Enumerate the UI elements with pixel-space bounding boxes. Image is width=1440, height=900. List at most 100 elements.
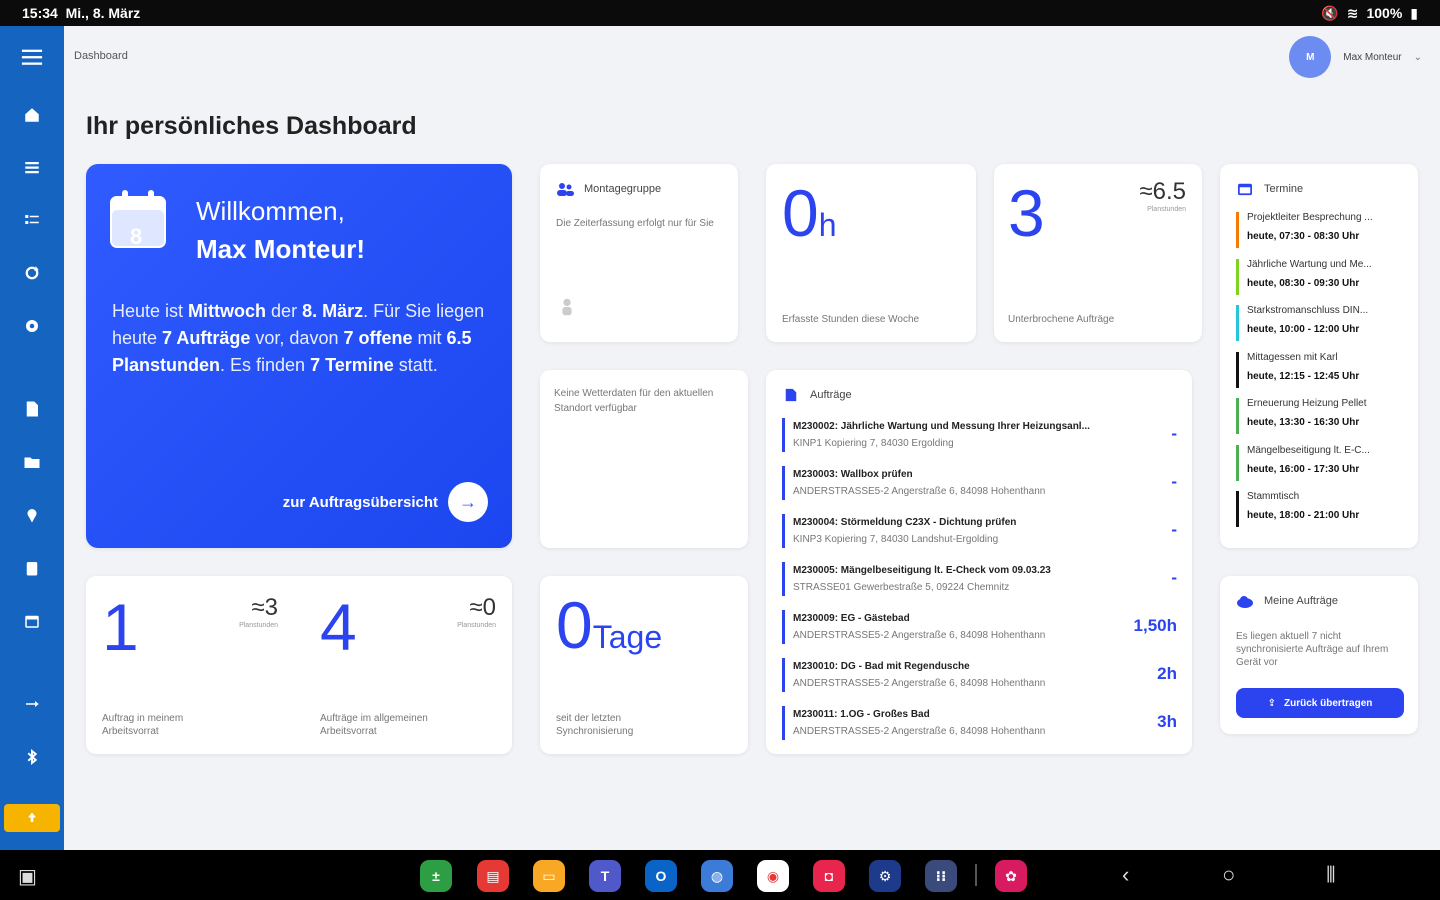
order-address: KINP3 Kopiering 7, 84030 Landshut-Ergold… [793, 534, 999, 545]
summary-text: Heute ist [112, 301, 189, 321]
breadcrumb[interactable]: Dashboard [74, 50, 128, 62]
settings-icon[interactable] [0, 311, 64, 341]
order-title: M230002: Jährliche Wartung und Messung I… [793, 421, 1090, 432]
teams-app-icon[interactable]: T [589, 860, 621, 892]
order-title: M230003: Wallbox prüfen [793, 469, 913, 480]
worker-icon [562, 298, 572, 316]
calculator-app-icon[interactable]: ± [420, 860, 452, 892]
orders-overview-link[interactable]: zur Auftragsübersicht → [283, 482, 488, 522]
interrupted-orders-card: 3 ≈6.5 Planstunden Unterbrochene Aufträge [994, 164, 1202, 342]
appointment-item[interactable]: Mängelbeseitigung lt. E-C... heute, 16:00… [1236, 444, 1404, 481]
order-row[interactable]: M230002: Jährliche Wartung und Messung I… [782, 418, 1177, 452]
my-orders-text: Es liegen aktuell 7 nicht synchronisiert… [1236, 631, 1389, 668]
appointment-item[interactable]: Jährliche Wartung und Me... heute, 08:30 … [1236, 258, 1404, 295]
transfer-back-button[interactable]: ⇪ Zurück übertragen [1236, 688, 1404, 718]
appointment-time: heute, 13:30 - 16:30 Uhr [1247, 417, 1360, 428]
montage-group-card: Montagegruppe Die Zeiterfassung erfolgt … [540, 164, 738, 342]
browser-app-icon[interactable]: ◍ [701, 860, 733, 892]
my-orders-card: Meine Aufträge Es liegen aktuell 7 nicht… [1220, 576, 1418, 734]
montage-group-title: Montagegruppe [584, 183, 662, 195]
location-icon[interactable] [0, 500, 64, 530]
arrow-right-icon[interactable]: → [448, 482, 488, 522]
sync-icon[interactable] [0, 258, 64, 288]
summary-text: . Es finden [220, 355, 311, 375]
document-icon[interactable] [0, 394, 64, 424]
folder-icon[interactable] [0, 447, 64, 477]
interrupted-orders-label: Unterbrochene Aufträge [1008, 314, 1115, 325]
chevron-down-icon[interactable]: ⌄ [1414, 52, 1422, 63]
user-menu[interactable]: M Max Monteur ⌄ [1289, 36, 1422, 78]
logout-icon[interactable] [0, 689, 64, 719]
mute-icon: 🔇 [1321, 4, 1339, 21]
battery-icon: ▮ [1410, 4, 1418, 21]
back-icon[interactable]: ‹ [1122, 862, 1129, 888]
avatar[interactable]: M [1289, 36, 1332, 78]
interrupted-orders-sub: Planstunden [1147, 206, 1186, 213]
appointment-item[interactable]: Projektleiter Besprechung ... heute, 07:3… [1236, 212, 1404, 248]
hours-value: 0h [782, 180, 837, 246]
my-area-sub: Planstunden [239, 622, 278, 629]
order-row[interactable]: M230010: DG - Bad mit Regendusche ANDERST… [782, 658, 1177, 692]
welcome-title: Willkommen, Max Monteur! [196, 192, 365, 268]
status-time: 15:34 [22, 5, 58, 21]
appointment-item[interactable]: Starkstromanschluss DIN... heute, 10:00 -… [1236, 305, 1404, 341]
settings-app-icon[interactable]: ⚙ [869, 860, 901, 892]
calendar-day: 8 [130, 224, 143, 249]
work-areas-card: 1 ≈3 Planstunden Auftrag in meinem Arbeit… [86, 576, 512, 754]
order-title: M230011: 1.OG - Großes Bad [793, 709, 930, 720]
order-hours: - [1171, 520, 1177, 539]
general-area-hours: ≈0 Planstunden [457, 596, 496, 630]
general-area-count: 4 [320, 590, 357, 664]
summary-text: mit [412, 328, 447, 348]
summary-date: 8. März [302, 301, 364, 321]
recents-icon[interactable]: ⦀ [1326, 862, 1336, 888]
order-row[interactable]: M230011: 1.OG - Großes Bad ANDERSTRASSE5-… [782, 706, 1177, 740]
order-row[interactable]: M230004: Störmeldung C23X - Dichtung prü… [782, 514, 1177, 548]
weather-text: Keine Wetterdaten für den aktuellen Stan… [554, 388, 714, 414]
sync-badge[interactable] [4, 804, 60, 832]
order-row[interactable]: M230005: Mängelbeseitigung lt. E-Check v… [782, 562, 1177, 596]
interrupted-orders-hours: ≈6.5 Planstunden [1139, 180, 1186, 214]
status-bar: 15:34 Mi., 8. März 🔇 ≋ 100% ▮ [0, 0, 1440, 26]
order-row[interactable]: M230003: Wallbox prüfen ANDERSTRASSE5-2 A… [782, 466, 1177, 500]
order-title: M230005: Mängelbeseitigung lt. E-Check v… [793, 565, 1051, 576]
order-hours: 1,50h [1133, 616, 1177, 635]
flower-app-icon[interactable]: ✿ [995, 860, 1027, 892]
appointment-item[interactable]: Stammtisch heute, 18:00 - 21:00 Uhr [1236, 491, 1404, 527]
apps-drawer-icon[interactable]: ▣ [18, 864, 37, 889]
my-area-label: Auftrag in meinem Arbeitsvorrat [102, 713, 184, 737]
order-row[interactable]: M230009: EG - Gästebad ANDERSTRASSE5-2 An… [782, 610, 1177, 644]
my-orders-header: Meine Aufträge [1236, 594, 1338, 608]
general-area-label: Aufträge im allgemeinen Arbeitsvorrat [320, 713, 428, 737]
home-button-icon[interactable]: ○ [1222, 862, 1235, 888]
clipboard-icon[interactable] [0, 553, 64, 583]
orders-card: Aufträge M230002: Jährliche Wartung und … [766, 370, 1192, 754]
sync-label: seit der letzten Synchronisierung [556, 713, 634, 737]
menu-icon[interactable] [0, 42, 64, 72]
hours-label: Erfasste Stunden diese Woche [782, 314, 920, 325]
app-grid-icon[interactable]: ⁝⁝ [925, 860, 957, 892]
sync-value: 0Tage [556, 592, 662, 658]
home-icon[interactable] [0, 100, 64, 130]
list-icon[interactable] [0, 153, 64, 183]
status-right: 🔇 ≋ 100% ▮ [1321, 5, 1418, 22]
files-app-icon[interactable]: ▭ [533, 860, 565, 892]
welcome-summary: Heute ist Mittwoch der 8. März. Für Sie … [112, 298, 492, 379]
appointment-item[interactable]: Erneuerung Heizung Pellet heute, 13:30 - … [1236, 398, 1404, 434]
wifi-icon: ≋ [1346, 4, 1359, 21]
order-address: ANDERSTRASSE5-2 Angerstraße 6, 84098 Hoh… [793, 726, 1046, 737]
weather-card: Keine Wetterdaten für den aktuellen Stan… [540, 370, 748, 548]
outlook-app-icon[interactable]: O [645, 860, 677, 892]
summary-text: statt. [393, 355, 438, 375]
camera-app-icon[interactable]: ◘ [813, 860, 845, 892]
checklist-icon[interactable] [0, 206, 64, 236]
calendar-icon[interactable] [0, 606, 64, 636]
appointment-time: heute, 07:30 - 08:30 Uhr [1247, 231, 1360, 242]
notes-app-icon[interactable]: ▤ [477, 860, 509, 892]
hours-unit: h [818, 207, 837, 243]
bluetooth-icon[interactable] [0, 742, 64, 772]
appointment-item[interactable]: Mittagessen mit Karl heute, 12:15 - 12:45… [1236, 351, 1404, 388]
chrome-app-icon[interactable]: ◉ [757, 860, 789, 892]
order-title: M230004: Störmeldung C23X - Dichtung prü… [793, 517, 1017, 528]
user-name[interactable]: Max Monteur [1343, 52, 1401, 63]
